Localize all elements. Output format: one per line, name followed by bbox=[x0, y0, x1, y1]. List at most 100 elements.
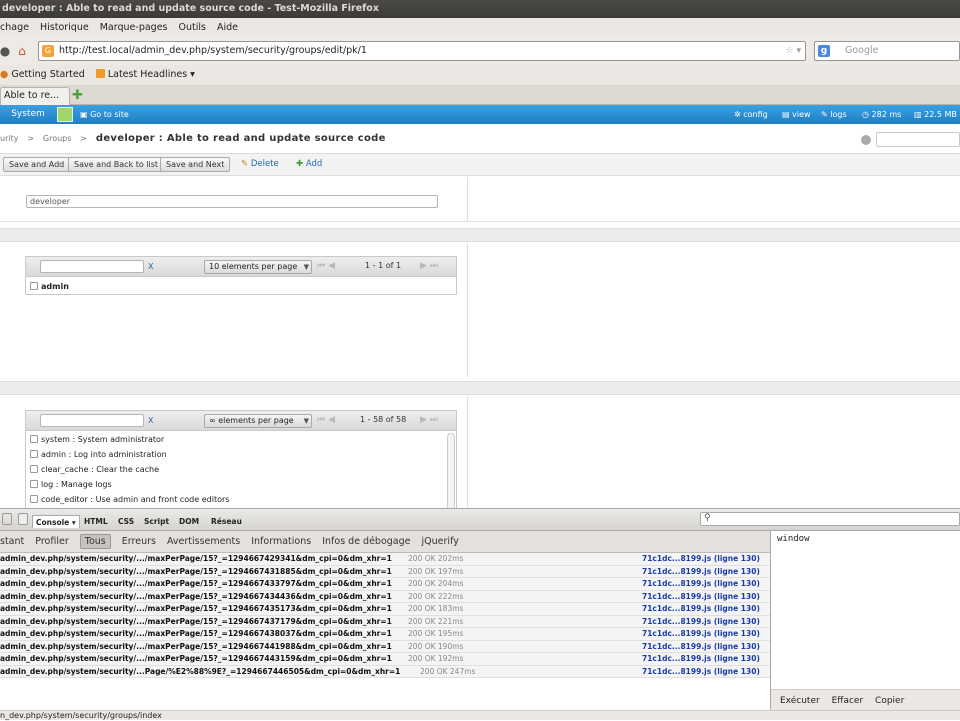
filter-tab-avertissements[interactable]: Avertissements bbox=[167, 536, 240, 547]
pagination-next-icons[interactable]: ▶⏭ bbox=[420, 261, 441, 271]
checkbox[interactable] bbox=[30, 450, 38, 458]
firebug-search-input[interactable]: ⚲ bbox=[700, 512, 960, 526]
list-item[interactable]: system : System administrator bbox=[30, 433, 164, 447]
list-item[interactable]: code_editor : Use admin and front code e… bbox=[30, 493, 229, 507]
menu-bar: chage Historique Marque-pages Outils Aid… bbox=[0, 18, 960, 37]
admin-search-input[interactable] bbox=[876, 132, 960, 147]
execute-button[interactable]: Exécuter bbox=[780, 696, 820, 706]
list-item[interactable]: log : Manage logs bbox=[30, 478, 112, 492]
scrollbar[interactable] bbox=[447, 433, 455, 508]
clear-button[interactable]: Effacer bbox=[832, 696, 864, 706]
clear-search-button[interactable]: X bbox=[148, 262, 153, 271]
firebug-panel: Console ▾ HTML CSS Script DOM Réseau ⚲ s… bbox=[0, 508, 960, 713]
tab-script[interactable]: Script bbox=[144, 517, 169, 526]
add-button[interactable]: ✚ Add bbox=[296, 157, 322, 172]
clear-search-button[interactable]: X bbox=[148, 416, 153, 425]
tab-console[interactable]: Console ▾ bbox=[32, 515, 80, 528]
permissions-grid: X ∞ elements per page ▼ ⏮◀ 1 - 58 of 58 ▶… bbox=[25, 410, 457, 508]
status-text: n_dev.php/system/security/groups/index bbox=[0, 711, 162, 720]
form-section-users: X 10 elements per page ▼ ⏮◀ 1 - 1 of 1 ▶⏭… bbox=[0, 243, 960, 377]
list-item[interactable]: admin : Log into administration bbox=[30, 448, 167, 462]
breadcrumb-groups[interactable]: Groups bbox=[43, 134, 72, 143]
memory-indicator[interactable]: ▥ 22.5 MB bbox=[914, 105, 957, 124]
checkbox[interactable] bbox=[30, 435, 38, 443]
page-title: developer : Able to read and update sour… bbox=[95, 133, 386, 144]
bookmark-star-icon[interactable]: ☆ ▾ bbox=[786, 42, 801, 60]
tab-dom[interactable]: DOM bbox=[179, 517, 199, 526]
log-row[interactable]: admin_dev.php/system/security/.../maxPer… bbox=[0, 615, 770, 628]
logs-link[interactable]: ✎ logs bbox=[821, 105, 847, 124]
url-bar[interactable]: G http://test.local/admin_dev.php/system… bbox=[38, 41, 806, 61]
pagination-prev-icons[interactable]: ⏮◀ bbox=[317, 261, 338, 271]
per-page-select[interactable]: 10 elements per page ▼ bbox=[204, 260, 312, 274]
log-row[interactable]: admin_dev.php/system/security/.../maxPer… bbox=[0, 653, 770, 666]
search-icon: ⚲ bbox=[704, 513, 711, 523]
checkbox[interactable] bbox=[30, 465, 38, 473]
stop-icon[interactable]: ● bbox=[0, 42, 14, 60]
firebug-menu-icon[interactable] bbox=[2, 513, 12, 525]
filter-tab-informations[interactable]: Informations bbox=[251, 536, 311, 547]
list-item[interactable]: admin bbox=[30, 280, 69, 294]
filter-tab-jquerify[interactable]: jQuerify bbox=[422, 536, 459, 547]
filter-tab-erreurs[interactable]: Erreurs bbox=[122, 536, 156, 547]
checkbox[interactable] bbox=[30, 282, 38, 290]
home-icon[interactable]: ⌂ bbox=[13, 42, 31, 60]
system-menu[interactable]: System bbox=[0, 105, 56, 124]
tab-reseau[interactable]: Réseau bbox=[211, 517, 242, 526]
grid-search-input[interactable] bbox=[40, 414, 144, 427]
filter-tab-profiler[interactable]: Profiler bbox=[35, 536, 68, 547]
inspect-icon[interactable] bbox=[18, 513, 28, 525]
pagination-next-icons[interactable]: ▶⏭ bbox=[420, 415, 441, 425]
log-row[interactable]: admin_dev.php/system/security/...Page/%E… bbox=[0, 665, 770, 678]
log-row[interactable]: admin_dev.php/system/security/.../maxPer… bbox=[0, 578, 770, 591]
menu-item-outils[interactable]: Outils bbox=[179, 22, 206, 33]
wrench-icon: ✎ bbox=[821, 110, 828, 119]
command-editor[interactable]: window Exécuter Effacer Copier bbox=[770, 531, 960, 713]
grid-count: 1 - 58 of 58 bbox=[360, 415, 407, 424]
checkbox[interactable] bbox=[30, 495, 38, 503]
favicon-icon: G bbox=[42, 45, 54, 57]
menu-item-aide[interactable]: Aide bbox=[217, 22, 238, 33]
firebug-toolbar: Console ▾ HTML CSS Script DOM Réseau ⚲ bbox=[0, 509, 960, 531]
goto-site-link[interactable]: ▣ Go to site bbox=[80, 105, 129, 124]
menu-item-marque-pages[interactable]: Marque-pages bbox=[100, 22, 168, 33]
save-and-back-button[interactable]: Save and Back to list bbox=[68, 157, 165, 172]
search-input[interactable]: g Google bbox=[814, 41, 960, 61]
log-row[interactable]: admin_dev.php/system/security/.../maxPer… bbox=[0, 640, 770, 653]
checkbox[interactable] bbox=[30, 480, 38, 488]
menu-item-affichage[interactable]: chage bbox=[0, 22, 29, 33]
config-link[interactable]: ✲ config bbox=[734, 105, 768, 124]
log-row[interactable]: admin_dev.php/system/security/.../maxPer… bbox=[0, 553, 770, 566]
log-row[interactable]: admin_dev.php/system/security/.../maxPer… bbox=[0, 590, 770, 603]
admin-toolbar: System ▣ Go to site ✲ config ▤ view ✎ lo… bbox=[0, 105, 960, 124]
list-item[interactable]: clear_cache : Clear the cache bbox=[30, 463, 159, 477]
filter-tab-debogage[interactable]: Infos de débogage bbox=[322, 536, 410, 547]
save-and-add-button[interactable]: Save and Add bbox=[3, 157, 71, 172]
view-link[interactable]: ▤ view bbox=[782, 105, 811, 124]
filter-tab-tous[interactable]: Tous bbox=[79, 534, 111, 549]
bookmark-getting-started[interactable]: ● Getting Started bbox=[0, 69, 85, 80]
log-row[interactable]: admin_dev.php/system/security/.../maxPer… bbox=[0, 565, 770, 578]
new-tab-icon[interactable]: ✚ bbox=[72, 88, 83, 103]
menu-item-historique[interactable]: Historique bbox=[40, 22, 89, 33]
grid-search-input[interactable] bbox=[40, 260, 144, 273]
copy-button[interactable]: Copier bbox=[875, 696, 904, 706]
broom-icon: ✎ bbox=[241, 159, 249, 169]
name-field[interactable]: developer bbox=[26, 195, 438, 208]
per-page-select[interactable]: ∞ elements per page ▼ bbox=[204, 414, 312, 428]
breadcrumb-security[interactable]: urity bbox=[0, 134, 18, 143]
save-and-next-button[interactable]: Save and Next bbox=[160, 157, 231, 172]
tab-current[interactable]: Able to re... bbox=[0, 87, 70, 105]
timing-indicator[interactable]: ◷ 282 ms bbox=[862, 105, 901, 124]
module-icon[interactable] bbox=[57, 107, 73, 122]
gear-icon: ✲ bbox=[734, 110, 741, 119]
log-row[interactable]: admin_dev.php/system/security/.../maxPer… bbox=[0, 628, 770, 641]
delete-button[interactable]: ✎ Delete bbox=[241, 157, 279, 172]
filter-tab-constant[interactable]: stant bbox=[0, 536, 24, 547]
bookmark-latest-headlines[interactable]: Latest Headlines ▾ bbox=[95, 69, 195, 80]
tab-html[interactable]: HTML bbox=[84, 517, 108, 526]
pagination-prev-icons[interactable]: ⏮◀ bbox=[317, 415, 338, 425]
memory-icon: ▥ bbox=[914, 110, 922, 119]
log-row[interactable]: admin_dev.php/system/security/.../maxPer… bbox=[0, 603, 770, 616]
tab-css[interactable]: CSS bbox=[118, 517, 134, 526]
